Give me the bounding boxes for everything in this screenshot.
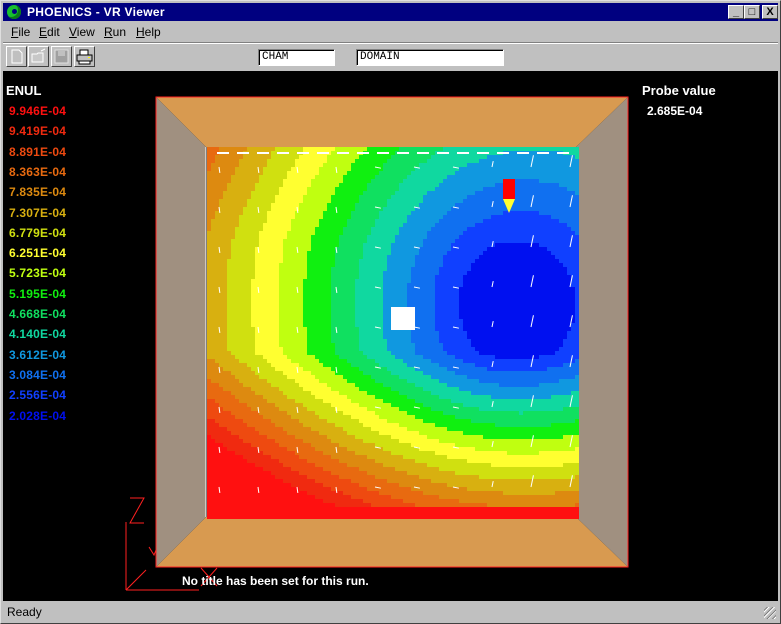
print-button[interactable] <box>74 46 95 67</box>
menu-edit-accel: E <box>39 25 48 39</box>
menu-file[interactable]: File <box>11 25 30 39</box>
menu-help[interactable]: Help <box>136 25 161 39</box>
probe-label: Probe value <box>642 83 716 98</box>
menu-help-rest: elp <box>144 25 161 39</box>
status-bar: Ready <box>3 603 778 621</box>
domain-field[interactable]: DOMAIN <box>356 49 504 66</box>
menu-edit[interactable]: Edit <box>39 25 60 39</box>
left-wall <box>156 97 206 567</box>
menu-edit-rest: dit <box>47 25 60 39</box>
toolbar: CHAM DOMAIN <box>3 45 778 69</box>
3d-scene[interactable] <box>3 71 778 601</box>
new-file-icon <box>11 49 23 64</box>
phoenics-app-icon[interactable] <box>7 5 21 19</box>
new-file-button[interactable] <box>6 46 27 67</box>
y-axis-glyph <box>148 546 157 557</box>
app-window: PHOENICS - VR Viewer _ □ X File Edit Vie… <box>0 0 781 624</box>
bottom-face <box>156 517 628 567</box>
menu-run-accel: R <box>104 25 113 39</box>
menu-separator <box>3 42 778 44</box>
window-title: PHOENICS - VR Viewer <box>27 5 165 19</box>
contour-plot <box>207 147 579 519</box>
menu-file-rest: ile <box>18 25 31 39</box>
print-icon <box>76 49 93 65</box>
probe-value: 2.685E-04 <box>647 104 703 118</box>
title-bar[interactable]: PHOENICS - VR Viewer _ □ X <box>3 3 778 21</box>
open-file-button[interactable] <box>28 46 49 67</box>
menu-view-rest: iew <box>76 25 95 39</box>
open-folder-icon <box>31 48 46 63</box>
menu-view-accel: V <box>69 25 77 39</box>
y-axis-line <box>125 569 147 591</box>
z-axis-glyph <box>129 497 145 524</box>
obstacle-block <box>391 307 415 330</box>
right-wall <box>576 97 628 567</box>
back-top-face <box>156 97 628 147</box>
viewer-canvas[interactable]: ENUL 9.946E-04 9.419E-04 8.891E-04 8.363E-0… <box>3 71 778 601</box>
close-button[interactable]: X <box>762 5 778 19</box>
menu-view[interactable]: View <box>69 25 95 39</box>
maximize-button[interactable]: □ <box>744 5 760 19</box>
menu-run-rest: un <box>112 25 127 39</box>
save-button[interactable] <box>51 46 72 67</box>
menu-help-accel: H <box>136 25 145 39</box>
probe-marker-body <box>503 179 515 199</box>
save-disk-icon <box>54 49 69 64</box>
resize-grip[interactable] <box>764 607 776 619</box>
minimize-button[interactable]: _ <box>728 5 744 19</box>
menu-run[interactable]: Run <box>104 25 126 39</box>
run-title: No title has been set for this run. <box>182 574 369 588</box>
library-field[interactable]: CHAM <box>258 49 335 66</box>
menu-bar: File Edit View Run Help <box>3 23 778 41</box>
status-text: Ready <box>7 605 42 619</box>
